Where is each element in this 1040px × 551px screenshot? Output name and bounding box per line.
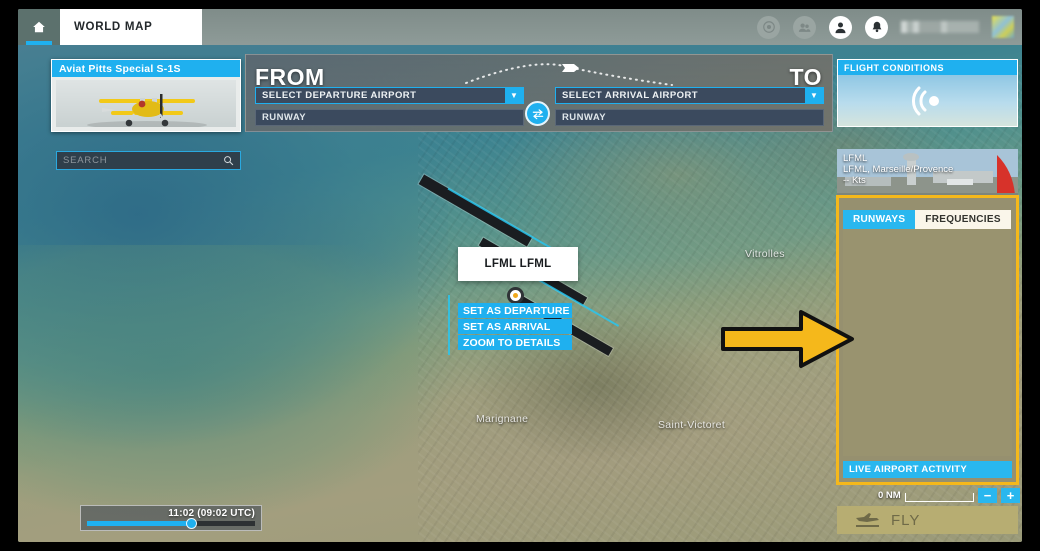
map-scale-label: 0 NM	[878, 490, 901, 501]
live-airport-activity-label: LIVE AIRPORT ACTIVITY	[849, 464, 968, 475]
swap-icon	[532, 108, 543, 119]
search-placeholder: SEARCH	[63, 155, 108, 166]
airport-panel-content	[843, 229, 1012, 456]
map-scale-bar	[904, 492, 974, 502]
airport-panel-tabs: RUNWAYS FREQUENCIES	[843, 210, 1011, 229]
tab-frequencies[interactable]: FREQUENCIES	[915, 210, 1011, 229]
departure-runway-field[interactable]: RUNWAY	[255, 109, 524, 126]
departure-airport-select[interactable]: SELECT DEPARTURE AIRPORT ▼	[255, 87, 524, 104]
zoom-in-button[interactable]: +	[1001, 488, 1020, 503]
zoom-to-details-button[interactable]: ZOOM TO DETAILS	[458, 335, 572, 350]
takeoff-icon	[856, 513, 879, 527]
fly-button[interactable]: FLY	[837, 506, 1018, 534]
airport-popup-title[interactable]: LFML LFML	[458, 247, 578, 281]
airport-wind-line: -- Kts	[843, 175, 866, 186]
home-button[interactable]	[18, 9, 60, 45]
time-of-day-label: 11:02 (09:02 UTC)	[168, 508, 255, 519]
arrival-runway-value: RUNWAY	[562, 112, 607, 123]
zoom-out-label: −	[983, 488, 992, 503]
search-icon[interactable]	[223, 155, 234, 166]
airport-context-menu: SET AS DEPARTURE SET AS ARRIVAL ZOOM TO …	[458, 303, 572, 351]
selected-aircraft-card[interactable]: Aviat Pitts Special S-1S	[51, 59, 241, 132]
fly-button-label: FLY	[891, 511, 921, 529]
zoom-out-button[interactable]: −	[978, 488, 997, 503]
target-icon[interactable]	[757, 15, 780, 39]
time-of-day-slider[interactable]: 11:02 (09:02 UTC)	[80, 505, 262, 531]
time-slider-thumb[interactable]	[186, 518, 198, 529]
departure-airport-value: SELECT DEPARTURE AIRPORT	[262, 90, 417, 101]
tab-world-map-label: WORLD MAP	[74, 21, 153, 33]
search-input[interactable]: SEARCH	[56, 151, 241, 170]
chevron-down-icon[interactable]: ▼	[805, 88, 823, 103]
avatar[interactable]	[992, 16, 1014, 38]
departure-runway-value: RUNWAY	[262, 112, 307, 123]
top-bar-right	[757, 9, 1014, 45]
route-dotted-path	[465, 63, 673, 86]
flight-conditions-panel[interactable]: FLIGHT CONDITIONS	[837, 59, 1018, 127]
flight-conditions-title: FLIGHT CONDITIONS	[838, 60, 1017, 75]
swap-departure-arrival-button[interactable]	[525, 101, 550, 126]
time-slider-track[interactable]	[87, 518, 255, 529]
active-tab-indicator	[26, 41, 52, 45]
time-slider-fill	[87, 521, 192, 526]
zoom-in-label: +	[1006, 488, 1015, 503]
top-bar: WORLD MAP	[18, 9, 1022, 45]
zoom-to-details-label: ZOOM TO DETAILS	[463, 336, 561, 349]
live-weather-icon	[911, 86, 939, 115]
airport-photo-caption: LFML LFML, Marseille/Provence -- Kts	[843, 153, 953, 186]
route-planner-bar: FROM TO SELECT DEPARTURE AIRPORT ▼ RUNWA…	[245, 54, 833, 132]
airport-name-line: LFML, Marseille/Provence	[843, 164, 954, 175]
set-as-departure-button[interactable]: SET AS DEPARTURE	[458, 303, 572, 318]
app-screen: Vitrolles Marignane Saint-Victoret WORLD…	[18, 9, 1022, 542]
taxiway-line	[448, 295, 450, 355]
arrival-airport-select[interactable]: SELECT ARRIVAL AIRPORT ▼	[555, 87, 824, 104]
airport-popup-label: LFML LFML	[484, 258, 552, 270]
airport-info-panel: RUNWAYS FREQUENCIES LIVE AIRPORT ACTIVIT…	[836, 195, 1019, 485]
arrival-airport-value: SELECT ARRIVAL AIRPORT	[562, 90, 699, 101]
tab-world-map[interactable]: WORLD MAP	[60, 9, 202, 45]
set-as-departure-label: SET AS DEPARTURE	[463, 304, 570, 317]
flight-conditions-body	[838, 75, 1017, 126]
home-icon	[33, 21, 45, 33]
set-as-arrival-label: SET AS ARRIVAL	[463, 320, 551, 333]
tab-runways[interactable]: RUNWAYS	[843, 210, 916, 229]
bell-icon[interactable]	[865, 15, 888, 39]
set-as-arrival-button[interactable]: SET AS ARRIVAL	[458, 319, 572, 334]
live-airport-activity-button[interactable]: LIVE AIRPORT ACTIVITY	[843, 461, 1012, 478]
username-label	[901, 21, 979, 33]
chevron-down-icon[interactable]: ▼	[505, 88, 523, 103]
tab-runways-label: RUNWAYS	[853, 214, 906, 225]
aircraft-title: Aviat Pitts Special S-1S	[52, 60, 240, 77]
airport-icao-line: LFML	[843, 153, 868, 164]
airport-marker-icon[interactable]	[507, 287, 524, 304]
top-bar-left: WORLD MAP	[18, 9, 202, 45]
map-scale-and-zoom: 0 NM − +	[878, 487, 1020, 504]
app-root: Vitrolles Marignane Saint-Victoret WORLD…	[0, 0, 1040, 551]
tab-frequencies-label: FREQUENCIES	[925, 214, 1001, 225]
friends-icon[interactable]	[793, 15, 816, 39]
arrival-runway-field[interactable]: RUNWAY	[555, 109, 824, 126]
profile-icon[interactable]	[829, 15, 852, 39]
aircraft-thumbnail	[56, 80, 236, 127]
